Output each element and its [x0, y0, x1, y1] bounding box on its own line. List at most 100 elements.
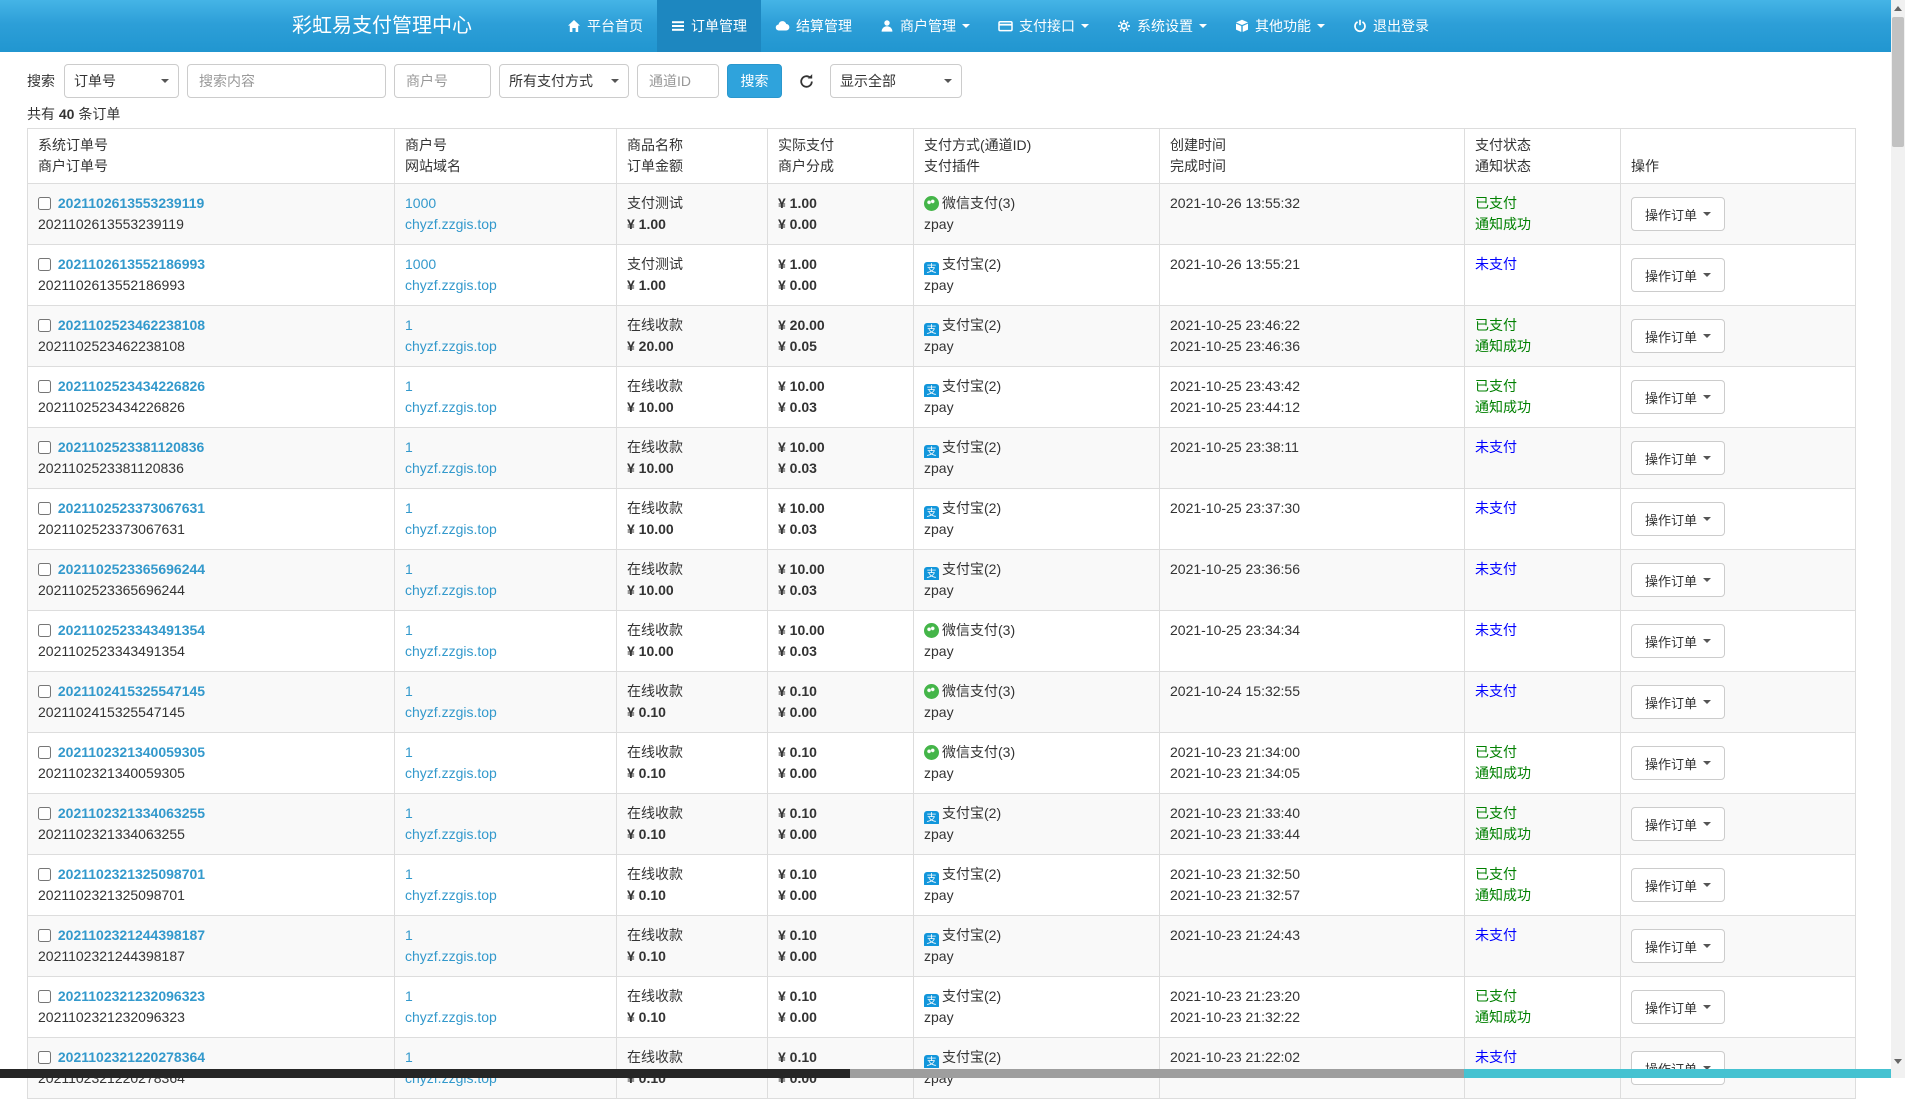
search-content-input[interactable] [187, 64, 386, 98]
display-filter-select[interactable]: 显示全部 [830, 64, 962, 98]
merchant-id-link[interactable]: 1 [405, 500, 413, 516]
channel-id-input[interactable] [637, 64, 719, 98]
order-action-button[interactable]: 操作订单 [1631, 807, 1725, 841]
merchant-id-link[interactable]: 1 [405, 927, 413, 943]
order-action-button[interactable]: 操作订单 [1631, 197, 1725, 231]
notify-status: 通知成功 [1475, 336, 1610, 357]
row-checkbox[interactable] [38, 380, 51, 393]
site-domain-link[interactable]: chyzf.zzgis.top [405, 826, 497, 842]
order-action-button[interactable]: 操作订单 [1631, 563, 1725, 597]
merchant-id-input[interactable] [394, 64, 491, 98]
sys-order-link[interactable]: 2021102523434226826 [58, 378, 205, 394]
site-domain-link[interactable]: chyzf.zzgis.top [405, 277, 497, 293]
nav-item-merchants[interactable]: 商户管理 [866, 0, 984, 52]
sys-order-link[interactable]: 2021102321340059305 [58, 744, 205, 760]
order-action-button[interactable]: 操作订单 [1631, 685, 1725, 719]
site-domain-link[interactable]: chyzf.zzgis.top [405, 216, 497, 232]
refresh-icon[interactable] [791, 64, 821, 98]
row-checkbox[interactable] [38, 807, 51, 820]
merchant-id-link[interactable]: 1 [405, 683, 413, 699]
nav-item-misc[interactable]: 其他功能 [1221, 0, 1339, 52]
nav-item-logout[interactable]: 退出登录 [1339, 0, 1443, 52]
horizontal-scroll-thumb[interactable] [0, 1069, 850, 1078]
order-action-button[interactable]: 操作订单 [1631, 380, 1725, 414]
merchant-id-link[interactable]: 1 [405, 561, 413, 577]
nav-item-pay-api[interactable]: 支付接口 [984, 0, 1103, 52]
site-domain-link[interactable]: chyzf.zzgis.top [405, 1009, 497, 1025]
sys-order-link[interactable]: 2021102321232096323 [58, 988, 205, 1004]
scroll-down-icon[interactable] [1891, 1053, 1905, 1069]
row-checkbox[interactable] [38, 502, 51, 515]
order-action-button[interactable]: 操作订单 [1631, 258, 1725, 292]
order-action-button[interactable]: 操作订单 [1631, 441, 1725, 475]
nav-item-home[interactable]: 平台首页 [553, 0, 657, 52]
site-domain-link[interactable]: chyzf.zzgis.top [405, 338, 497, 354]
order-action-label: 操作订单 [1645, 449, 1697, 468]
merchant-id-link[interactable]: 1 [405, 378, 413, 394]
order-action-button[interactable]: 操作订单 [1631, 624, 1725, 658]
order-action-button[interactable]: 操作订单 [1631, 746, 1725, 780]
order-action-button[interactable]: 操作订单 [1631, 319, 1725, 353]
sys-order-link[interactable]: 2021102523462238108 [58, 317, 205, 333]
merchant-id-link[interactable]: 1 [405, 439, 413, 455]
merchant-id-link[interactable]: 1000 [405, 195, 436, 211]
order-action-button[interactable]: 操作订单 [1631, 502, 1725, 536]
row-checkbox[interactable] [38, 685, 51, 698]
vertical-scrollbar[interactable] [1891, 0, 1905, 1069]
site-domain-link[interactable]: chyzf.zzgis.top [405, 521, 497, 537]
order-type-select[interactable]: 订单号 [64, 64, 179, 98]
merchant-id-link[interactable]: 1 [405, 866, 413, 882]
nav-item-orders[interactable]: 订单管理 [657, 0, 761, 52]
sys-order-link[interactable]: 2021102613553239119 [58, 195, 204, 211]
vertical-scroll-thumb[interactable] [1892, 17, 1904, 147]
row-checkbox[interactable] [38, 563, 51, 576]
site-domain-link[interactable]: chyzf.zzgis.top [405, 399, 497, 415]
row-checkbox[interactable] [38, 746, 51, 759]
row-checkbox[interactable] [38, 929, 51, 942]
merchant-id-link[interactable]: 1 [405, 622, 413, 638]
merchant-id-link[interactable]: 1 [405, 1049, 413, 1065]
site-domain-link[interactable]: chyzf.zzgis.top [405, 887, 497, 903]
nav-item-settings[interactable]: 系统设置 [1103, 0, 1221, 52]
site-domain-link[interactable]: chyzf.zzgis.top [405, 643, 497, 659]
row-checkbox[interactable] [38, 990, 51, 1003]
row-checkbox[interactable] [38, 624, 51, 637]
row-checkbox[interactable] [38, 1051, 51, 1064]
order-action-button[interactable]: 操作订单 [1631, 868, 1725, 902]
row-checkbox[interactable] [38, 319, 51, 332]
sys-order-link[interactable]: 2021102613552186993 [58, 256, 205, 272]
order-count: 40 [59, 106, 75, 122]
merchant-id-link[interactable]: 1 [405, 805, 413, 821]
sys-order-link[interactable]: 2021102415325547145 [58, 683, 205, 699]
sys-order-link[interactable]: 2021102523381120836 [58, 439, 204, 455]
merchant-order-number: 2021102321232096323 [38, 1007, 384, 1028]
site-domain-link[interactable]: chyzf.zzgis.top [405, 460, 497, 476]
row-checkbox[interactable] [38, 258, 51, 271]
order-action-button[interactable]: 操作订单 [1631, 990, 1725, 1024]
row-checkbox[interactable] [38, 868, 51, 881]
sys-order-link[interactable]: 2021102523365696244 [58, 561, 205, 577]
order-action-button[interactable]: 操作订单 [1631, 929, 1725, 963]
sys-order-link[interactable]: 2021102523373067631 [58, 500, 205, 516]
sys-order-link[interactable]: 2021102523343491354 [58, 622, 205, 638]
sys-order-link[interactable]: 2021102321334063255 [58, 805, 205, 821]
nav-item-settlement[interactable]: 结算管理 [761, 0, 866, 52]
merchant-id-link[interactable]: 1 [405, 744, 413, 760]
horizontal-scrollbar[interactable] [0, 1069, 1891, 1078]
scroll-up-icon[interactable] [1891, 0, 1905, 16]
merchant-id-link[interactable]: 1000 [405, 256, 436, 272]
sys-order-link[interactable]: 2021102321220278364 [58, 1049, 205, 1065]
site-domain-link[interactable]: chyzf.zzgis.top [405, 948, 497, 964]
site-domain-link[interactable]: chyzf.zzgis.top [405, 582, 497, 598]
search-button[interactable]: 搜索 [727, 64, 782, 98]
pay-type-select[interactable]: 所有支付方式 [499, 64, 629, 98]
sys-order-link[interactable]: 2021102321325098701 [58, 866, 205, 882]
site-domain-link[interactable]: chyzf.zzgis.top [405, 765, 497, 781]
merchant-id-link[interactable]: 1 [405, 988, 413, 1004]
sys-order-link[interactable]: 2021102321244398187 [58, 927, 205, 943]
merchant-id-link[interactable]: 1 [405, 317, 413, 333]
row-checkbox[interactable] [38, 441, 51, 454]
row-checkbox[interactable] [38, 197, 51, 210]
site-domain-link[interactable]: chyzf.zzgis.top [405, 704, 497, 720]
order-action-button[interactable]: 操作订单 [1631, 1051, 1725, 1085]
